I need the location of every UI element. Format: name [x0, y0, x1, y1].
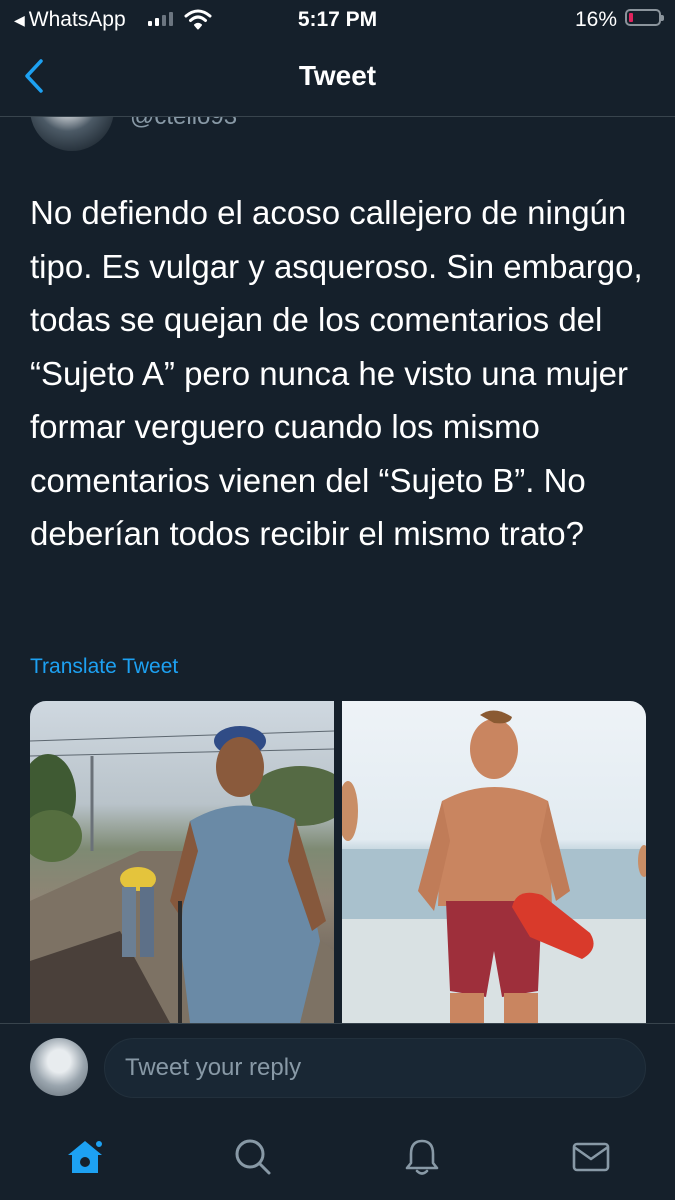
bell-icon — [405, 1139, 439, 1175]
tab-bar — [0, 1115, 675, 1200]
translate-tweet-link[interactable]: Translate Tweet — [30, 655, 178, 679]
reply-input[interactable] — [104, 1038, 646, 1098]
status-bar: ◀ WhatsApp 5:17 PM 16% — [0, 0, 675, 38]
user-avatar[interactable] — [30, 1038, 88, 1096]
home-icon — [68, 1139, 104, 1173]
battery-percent: 16% — [574, 8, 617, 31]
page-title: Tweet — [298, 60, 377, 91]
tab-notifications[interactable] — [392, 1127, 452, 1187]
author-handle[interactable]: @ctello93 — [130, 117, 237, 131]
nav-bar: Tweet — [0, 38, 675, 117]
tab-search[interactable] — [223, 1127, 283, 1187]
mail-icon — [572, 1142, 610, 1172]
tab-messages[interactable] — [561, 1127, 621, 1187]
tweet-photo-1[interactable] — [30, 701, 334, 1023]
search-icon — [235, 1139, 271, 1175]
tweet-media — [30, 701, 646, 1023]
battery-icon — [625, 9, 664, 26]
author-avatar[interactable] — [30, 117, 114, 151]
tweet-author: @ctello93 — [0, 117, 675, 157]
tab-home[interactable] — [55, 1127, 115, 1187]
reply-bar — [0, 1023, 675, 1116]
clock: 5:17 PM — [297, 8, 378, 31]
battery-level — [629, 13, 633, 22]
tweet-text: No defiendo el acoso callejero de ningún… — [30, 194, 643, 552]
tweet-photo-2[interactable] — [342, 701, 646, 1023]
